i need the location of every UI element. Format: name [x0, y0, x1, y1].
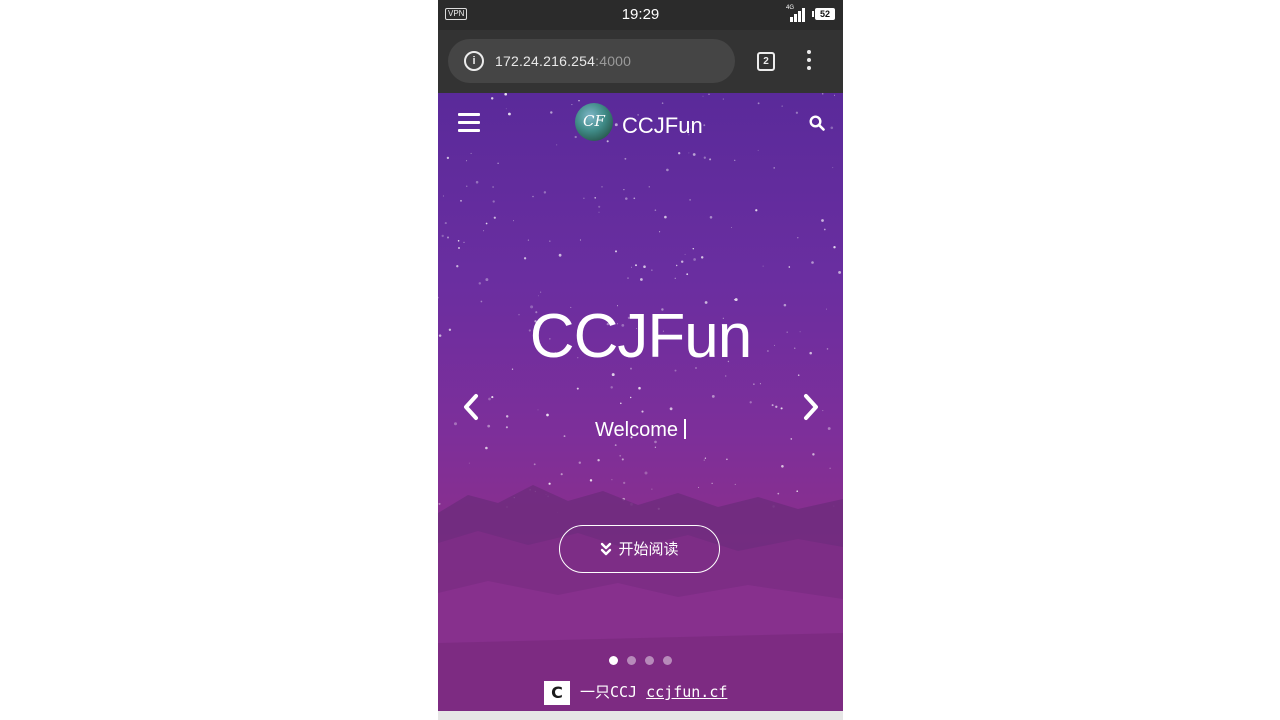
search-icon[interactable] [809, 115, 825, 131]
carousel-indicators [438, 656, 843, 665]
url-port: :4000 [595, 53, 632, 69]
hero-subtitle: Welcome [438, 419, 843, 442]
browser-toolbar: i 172.24.216.254:4000 2 [438, 30, 843, 93]
status-bar: VPN 19:29 4G 52 [438, 0, 843, 30]
url-host: 172.24.216.254 [495, 53, 596, 69]
start-reading-label: 开始阅读 [618, 541, 679, 558]
hero-subtitle-text: Welcome [595, 419, 678, 441]
chevron-right-icon[interactable] [800, 393, 822, 421]
logo-text: CF [583, 112, 605, 130]
battery-icon: 52 [812, 8, 835, 20]
status-time: 19:29 [621, 6, 660, 23]
carousel-dot[interactable] [609, 656, 618, 665]
address-bar[interactable]: i 172.24.216.254:4000 [448, 39, 735, 83]
site-name[interactable]: CCJFun [622, 113, 703, 139]
info-icon[interactable]: i [464, 51, 484, 71]
watermark-icon: C [544, 680, 570, 705]
hero-carousel: CF CCJFun CCJFun Welcome 开始阅读 C 一只CCJ ccj… [438, 93, 843, 711]
hero-title: CCJFun [529, 302, 752, 371]
start-reading-button[interactable]: 开始阅读 [559, 525, 720, 573]
site-logo[interactable]: CF [575, 103, 613, 141]
chevron-left-icon[interactable] [460, 393, 482, 421]
overflow-menu-icon[interactable] [804, 50, 814, 74]
carousel-dot[interactable] [663, 656, 672, 665]
carousel-dot[interactable] [645, 656, 654, 665]
typing-cursor [684, 419, 686, 439]
watermark: C 一只CCJ ccjfun.cf [544, 679, 727, 705]
double-chevron-down-icon [601, 542, 612, 556]
carousel-dot[interactable] [627, 656, 636, 665]
mountain-landscape [438, 485, 843, 711]
watermark-site: ccjfun.cf [646, 683, 728, 701]
phone-screen: VPN 19:29 4G 52 i 172.24.216.254:4000 2 … [438, 0, 843, 711]
phone-bottom-edge [438, 711, 843, 720]
watermark-text: 一只CCJ [580, 683, 638, 701]
signal-icon [790, 8, 805, 22]
tab-switcher-icon[interactable]: 2 [757, 52, 775, 71]
hamburger-menu-icon[interactable] [458, 113, 480, 133]
url-text[interactable]: 172.24.216.254:4000 [495, 53, 631, 69]
